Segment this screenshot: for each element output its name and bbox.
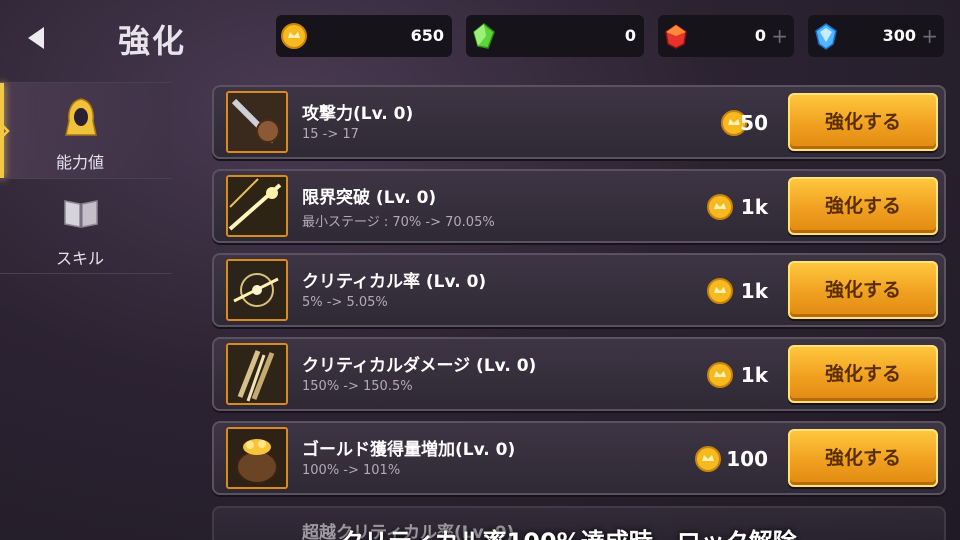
upgrade-title: クリティカルダメージ (Lv. 0) (302, 356, 537, 376)
upgrade-button[interactable]: 強化する (788, 261, 938, 319)
gold-coin-icon (707, 194, 733, 220)
upgrade-button-label: 強化する (824, 363, 901, 385)
upgrade-button[interactable]: 強化する (788, 93, 938, 151)
sidebar-item-stats[interactable]: 能力値 (0, 82, 172, 179)
gold-bag-icon (226, 427, 288, 489)
diamond-value: 300 (882, 26, 916, 45)
upgrade-title: ゴールド獲得量増加(Lv. 0) (302, 440, 516, 460)
gold-coin-icon (281, 23, 307, 49)
light-beam-icon (226, 175, 288, 237)
upgrade-button[interactable]: 強化する (788, 429, 938, 487)
add-red-gem-icon[interactable]: + (771, 24, 788, 48)
gold-counter: 650 (276, 15, 452, 57)
back-arrow-icon[interactable] (22, 24, 50, 52)
sidebar-item-label: 能力値 (55, 153, 104, 172)
upgrade-button[interactable]: 強化する (788, 177, 938, 235)
green-gem-icon (473, 23, 495, 49)
hooded-figure-icon (65, 98, 97, 136)
red-gem-counter[interactable]: 0 + (658, 15, 794, 57)
gold-coin-icon (707, 362, 733, 388)
upgrade-detail: 100% -> 101% (302, 463, 401, 478)
upgrade-title: 限界突破 (Lv. 0) (302, 188, 437, 208)
upgrade-cost: 50 (740, 111, 768, 135)
upgrade-title: 攻撃力(Lv. 0) (302, 104, 414, 124)
book-icon (64, 200, 98, 228)
sword-fist-icon (226, 91, 288, 153)
upgrade-cost: 1k (740, 363, 768, 387)
add-diamond-icon[interactable]: + (921, 24, 938, 48)
gold-value: 650 (410, 26, 444, 45)
green-gem-counter: 0 (466, 15, 644, 57)
crit-spark-icon (226, 259, 288, 321)
diamond-counter[interactable]: 300 + (808, 15, 944, 57)
red-gem-icon (665, 24, 687, 49)
upgrade-row-crit-rate: クリティカル率 (Lv. 0) 5% -> 5.05% 1k 強化する (212, 253, 946, 327)
blue-diamond-icon (815, 23, 837, 50)
gold-coin-icon (695, 446, 721, 472)
upgrade-title: クリティカル率 (Lv. 0) (302, 272, 487, 292)
sidebar-item-label: スキル (55, 249, 104, 268)
active-arrow-icon (0, 123, 10, 139)
upgrade-row-limit-break: 限界突破 (Lv. 0) 最小ステージ : 70% -> 70.05% 1k 強… (212, 169, 946, 243)
upgrade-button-label: 強化する (824, 279, 901, 301)
upgrade-detail: 最小ステージ : 70% -> 70.05% (302, 215, 495, 230)
unlock-toast: クリティカル率100%達成時、ロック解除 (340, 522, 797, 540)
sidebar: 能力値 スキル (0, 82, 172, 274)
red-gem-value: 0 (754, 26, 766, 45)
upgrade-cost: 1k (740, 279, 768, 303)
green-gem-value: 0 (624, 26, 636, 45)
upgrade-button-label: 強化する (824, 195, 901, 217)
page-title: 強化 (118, 22, 187, 60)
upgrade-row-attack: 攻撃力(Lv. 0) 15 -> 17 50 強化する (212, 85, 946, 159)
upgrade-row-gold-gain: ゴールド獲得量増加(Lv. 0) 100% -> 101% 100 強化する (212, 421, 946, 495)
upgrade-cost: 1k (740, 195, 768, 219)
upgrade-button-label: 強化する (824, 111, 901, 133)
twin-swords-icon (226, 343, 288, 405)
upgrade-detail: 5% -> 5.05% (302, 295, 388, 310)
upgrade-row-crit-damage: クリティカルダメージ (Lv. 0) 150% -> 150.5% 1k 強化す… (212, 337, 946, 411)
upgrade-button[interactable]: 強化する (788, 345, 938, 403)
upgrade-detail: 150% -> 150.5% (302, 379, 413, 394)
upgrade-cost: 100 (726, 447, 768, 471)
sidebar-item-skills[interactable]: スキル (0, 178, 172, 274)
header: 強化 650 0 0 + 300 + (0, 0, 960, 75)
upgrade-button-label: 強化する (824, 447, 901, 469)
gold-coin-icon (707, 278, 733, 304)
upgrade-detail: 15 -> 17 (302, 127, 359, 142)
